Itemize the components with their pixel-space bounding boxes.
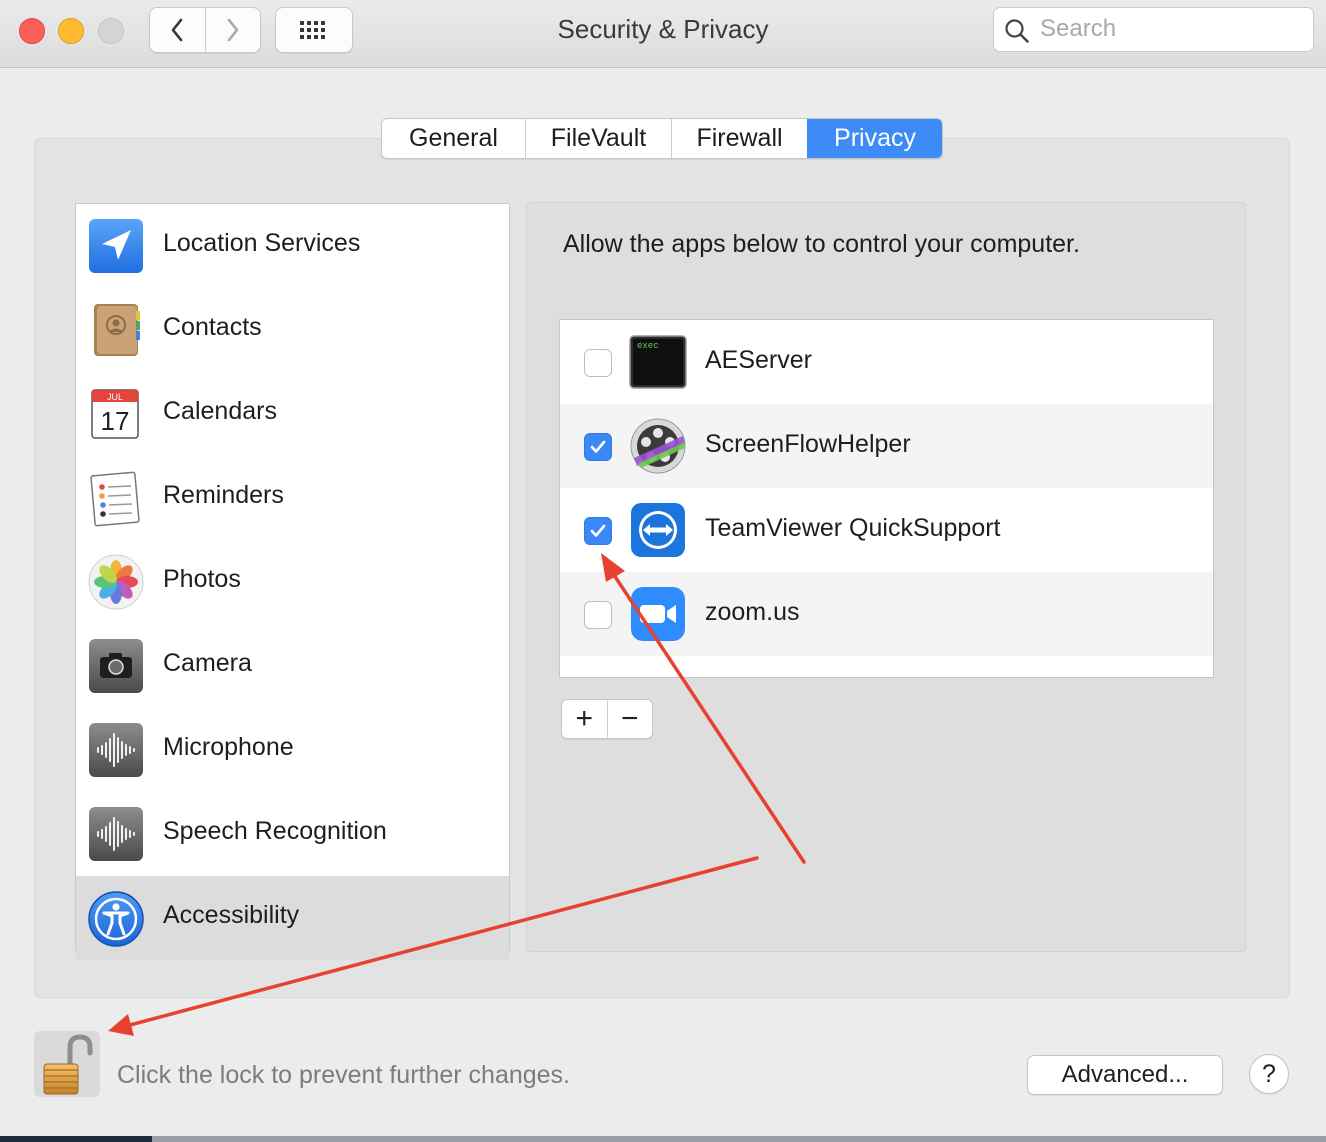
category-label: Photos bbox=[163, 565, 241, 593]
category-label: Camera bbox=[163, 649, 252, 677]
camera-icon bbox=[89, 639, 143, 693]
speech-recognition-icon bbox=[89, 807, 143, 861]
tab-bar: General FileVault Firewall Privacy bbox=[381, 118, 943, 159]
category-location-services[interactable]: Location Services bbox=[76, 204, 509, 288]
category-label: Microphone bbox=[163, 733, 294, 761]
checkmark-icon bbox=[590, 440, 606, 453]
app-list: exec AEServer ScreenFlowHelper TeamViewe… bbox=[559, 319, 1214, 678]
show-all-button[interactable] bbox=[275, 7, 353, 53]
app-row-zoom-us: zoom.us bbox=[560, 572, 1213, 656]
contacts-icon bbox=[94, 304, 140, 356]
app-checkbox-aeserver[interactable] bbox=[584, 349, 612, 377]
forward-button[interactable] bbox=[204, 8, 261, 52]
category-label: Speech Recognition bbox=[163, 817, 387, 845]
tab-firewall[interactable]: Firewall bbox=[671, 119, 807, 158]
app-name: zoom.us bbox=[705, 598, 800, 626]
reminders-icon bbox=[90, 471, 140, 527]
lock-status-text: Click the lock to prevent further change… bbox=[117, 1061, 571, 1089]
grid-icon bbox=[300, 21, 325, 39]
category-speech-recognition[interactable]: Speech Recognition bbox=[76, 792, 509, 876]
location-services-icon bbox=[89, 219, 143, 273]
category-camera[interactable]: Camera bbox=[76, 624, 509, 708]
app-checkbox-zoom-us[interactable] bbox=[584, 601, 612, 629]
chevron-right-icon bbox=[227, 18, 239, 42]
search-icon bbox=[1005, 19, 1029, 43]
advanced-button[interactable]: Advanced... bbox=[1027, 1055, 1223, 1095]
microphone-icon bbox=[89, 723, 143, 777]
close-window-button[interactable] bbox=[19, 18, 45, 44]
add-app-button[interactable]: + bbox=[562, 700, 607, 738]
app-checkbox-screenflowhelper[interactable] bbox=[584, 433, 612, 461]
calendar-day: 17 bbox=[101, 406, 130, 436]
app-name: TeamViewer QuickSupport bbox=[705, 514, 1001, 542]
lock-button[interactable] bbox=[34, 1031, 100, 1097]
app-row-screenflowhelper: ScreenFlowHelper bbox=[560, 404, 1213, 488]
category-accessibility[interactable]: Accessibility bbox=[76, 876, 509, 960]
category-label: Reminders bbox=[163, 481, 284, 509]
tab-general[interactable]: General bbox=[382, 119, 525, 158]
add-remove-buttons: + − bbox=[561, 699, 653, 739]
category-reminders[interactable]: Reminders bbox=[76, 456, 509, 540]
category-contacts[interactable]: Contacts bbox=[76, 288, 509, 372]
remove-app-button[interactable]: − bbox=[606, 700, 653, 738]
category-microphone[interactable]: Microphone bbox=[76, 708, 509, 792]
panel-description: Allow the apps below to control your com… bbox=[563, 230, 1080, 258]
screenflow-icon bbox=[630, 418, 686, 474]
terminal-exec-icon: exec bbox=[629, 335, 687, 389]
accessibility-icon bbox=[88, 891, 144, 947]
exec-label: exec bbox=[637, 341, 659, 351]
app-row-aeserver: exec AEServer bbox=[560, 320, 1213, 404]
privacy-category-list: Location Services Contacts JUL 17 Calend… bbox=[75, 203, 510, 960]
calendar-icon: JUL 17 bbox=[91, 389, 139, 439]
unlocked-padlock-icon bbox=[43, 1034, 93, 1095]
back-forward-buttons bbox=[149, 7, 261, 53]
tab-privacy[interactable]: Privacy bbox=[807, 119, 942, 158]
calendar-month: JUL bbox=[107, 392, 123, 402]
chevron-left-icon bbox=[171, 18, 183, 42]
minimize-window-button[interactable] bbox=[58, 18, 84, 44]
zoom-icon bbox=[631, 587, 685, 641]
search-input[interactable] bbox=[1040, 14, 1300, 44]
category-label: Location Services bbox=[163, 229, 361, 257]
app-row-teamviewer-quicksupport: TeamViewer QuickSupport bbox=[560, 488, 1213, 572]
window-title: Security & Privacy bbox=[557, 14, 769, 44]
title-bar: Security & Privacy bbox=[0, 0, 1326, 68]
zoom-window-button[interactable] bbox=[98, 18, 124, 44]
desktop-edge bbox=[0, 1136, 1326, 1142]
app-checkbox-teamviewer-quicksupport[interactable] bbox=[584, 517, 612, 545]
search-field[interactable] bbox=[993, 7, 1314, 52]
app-name: AEServer bbox=[705, 346, 812, 374]
category-label: Accessibility bbox=[163, 901, 300, 929]
tab-filevault[interactable]: FileVault bbox=[525, 119, 671, 158]
checkmark-icon bbox=[590, 524, 606, 537]
app-name: ScreenFlowHelper bbox=[705, 430, 911, 458]
photos-icon bbox=[88, 554, 144, 610]
category-photos[interactable]: Photos bbox=[76, 540, 509, 624]
category-label: Calendars bbox=[163, 397, 277, 425]
category-calendars[interactable]: JUL 17 Calendars bbox=[76, 372, 509, 456]
dock-edge bbox=[0, 1136, 152, 1142]
back-button[interactable] bbox=[150, 8, 205, 52]
help-button[interactable]: ? bbox=[1249, 1054, 1289, 1094]
category-label: Contacts bbox=[163, 313, 262, 341]
teamviewer-icon bbox=[631, 503, 685, 557]
